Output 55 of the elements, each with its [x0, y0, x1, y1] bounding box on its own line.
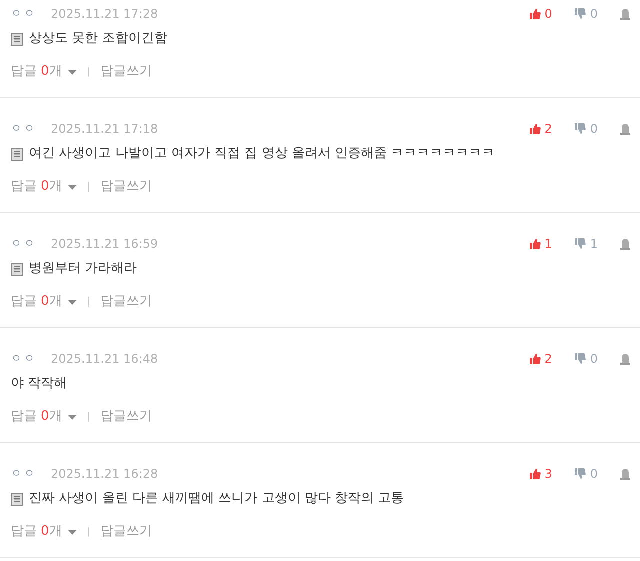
like-button[interactable]: 2: [528, 350, 552, 368]
caret-icon: [68, 530, 78, 534]
thumbs-down-icon: [574, 353, 586, 365]
thumbs-up-icon: [528, 123, 541, 135]
write-reply-link[interactable]: 답글쓰기: [100, 177, 152, 197]
replies-toggle[interactable]: 답글 0개: [11, 522, 78, 542]
replies-toggle[interactable]: 답글 0개: [11, 407, 78, 427]
siren-icon[interactable]: [620, 353, 631, 365]
replies-toggle[interactable]: 답글 0개: [11, 177, 78, 197]
thumbs-up-icon: [528, 8, 541, 20]
thumbs-down-icon: [574, 8, 586, 20]
dislike-button[interactable]: 0: [574, 350, 598, 368]
siren-icon[interactable]: [620, 238, 631, 250]
like-button[interactable]: 0: [528, 5, 552, 23]
write-reply-link[interactable]: 답글쓰기: [100, 62, 152, 82]
author-name[interactable]: ㅇㅇ: [11, 350, 37, 368]
comment-text: 야 작작해: [11, 375, 68, 394]
siren-icon[interactable]: [620, 8, 631, 20]
caret-icon: [68, 70, 78, 74]
replies-toggle[interactable]: 답글 0개: [11, 292, 78, 312]
dislike-button[interactable]: 0: [574, 5, 598, 23]
comment-text: 진짜 사생이 올린 다른 새끼땜에 쓰니가 고생이 많다 창작의 고통: [29, 490, 404, 508]
like-button[interactable]: 1: [528, 235, 552, 253]
comment-date: 2025.11.21 16:48: [51, 351, 158, 368]
author-name[interactable]: ㅇㅇ: [11, 6, 37, 22]
like-button[interactable]: 3: [528, 465, 552, 483]
thumbs-down-icon: [574, 468, 586, 480]
caret-icon: [68, 300, 78, 304]
author-name[interactable]: ㅇㅇ: [11, 236, 37, 252]
write-reply-link[interactable]: 답글쓰기: [100, 292, 152, 312]
siren-icon[interactable]: [620, 468, 631, 480]
comment-date: 2025.11.21 16:28: [51, 466, 158, 483]
thumbs-down-icon: [574, 123, 586, 135]
thumbs-down-icon: [574, 238, 586, 250]
dislike-button[interactable]: 0: [574, 465, 598, 483]
siren-icon[interactable]: [620, 123, 631, 135]
comment-text: 여긴 사생이고 나발이고 여자가 직접 집 영상 올려서 인증해줌 ㅋㅋㅋㅋㅋㅋㅋㅋ: [29, 145, 496, 164]
thumbs-up-icon: [528, 468, 541, 480]
thumbs-up-icon: [528, 238, 541, 250]
comment-date: 2025.11.21 16:59: [51, 236, 158, 253]
comment-text: 병원부터 가라해라: [29, 260, 138, 278]
caret-icon: [68, 184, 78, 190]
comment-date: 2025.11.21 17:28: [51, 6, 158, 23]
write-reply-link[interactable]: 답글쓰기: [100, 407, 152, 427]
caret-icon: [68, 414, 78, 420]
comment-text: 상상도 못한 조합이긴함: [29, 30, 168, 48]
author-name[interactable]: ㅇㅇ: [11, 120, 37, 138]
author-name[interactable]: ㅇㅇ: [11, 466, 37, 482]
dislike-button[interactable]: 1: [574, 235, 598, 253]
like-button[interactable]: 2: [528, 120, 552, 138]
replies-toggle[interactable]: 답글 0개: [11, 62, 78, 82]
dislike-button[interactable]: 0: [574, 120, 598, 138]
comment-date: 2025.11.21 17:18: [51, 121, 158, 138]
write-reply-link[interactable]: 답글쓰기: [100, 522, 152, 542]
thumbs-up-icon: [528, 353, 541, 365]
